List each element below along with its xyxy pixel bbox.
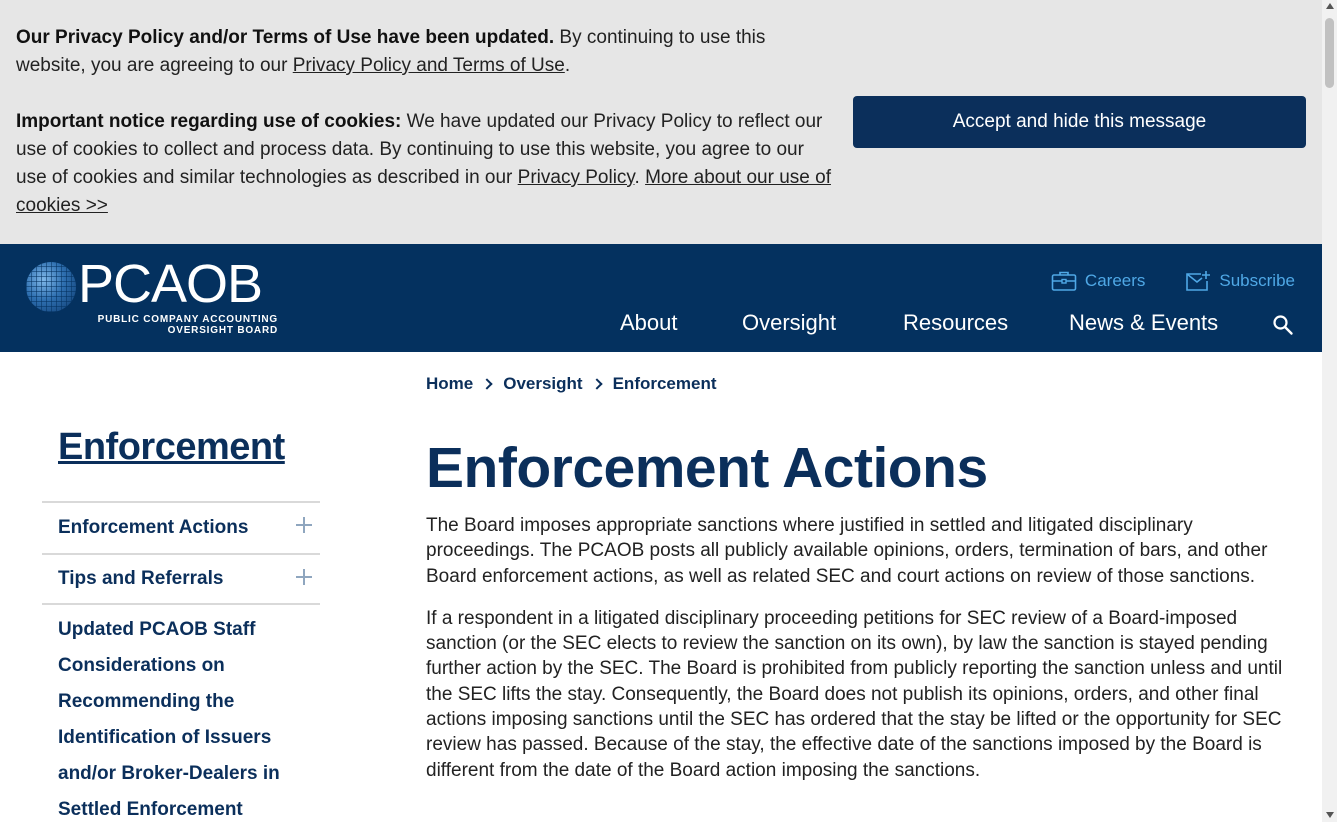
page-title: Enforcement Actions (426, 436, 988, 500)
careers-link[interactable]: Careers (1051, 270, 1145, 292)
sidebar-item-tips-referrals[interactable]: Tips and Referrals (42, 553, 320, 605)
mail-plus-icon (1186, 271, 1211, 291)
utility-links: Careers Subscribe (1051, 270, 1295, 292)
page-scrollbar[interactable] (1322, 0, 1337, 822)
breadcrumb-enforcement[interactable]: Enforcement (613, 374, 717, 394)
cookie-usage-notice: Important notice regarding use of cookie… (16, 108, 836, 220)
sidebar-item-label: Tips and Referrals (58, 568, 224, 589)
breadcrumb-home[interactable]: Home (426, 374, 473, 394)
nav-resources[interactable]: Resources (903, 310, 1008, 336)
privacy-update-heading: Our Privacy Policy and/or Terms of Use h… (16, 27, 555, 48)
sidebar-item-staff-considerations[interactable]: Updated PCAOB Staff Considerations on Re… (58, 612, 308, 822)
privacy-update-notice: Our Privacy Policy and/or Terms of Use h… (16, 24, 836, 80)
subscribe-label: Subscribe (1219, 271, 1295, 290)
sidebar-nav: Enforcement Actions Tips and Referrals (42, 501, 320, 605)
nav-news-events[interactable]: News & Events (1069, 310, 1218, 336)
cookie-banner: Our Privacy Policy and/or Terms of Use h… (0, 0, 1322, 244)
sidebar-item-enforcement-actions[interactable]: Enforcement Actions (42, 501, 320, 553)
subscribe-link[interactable]: Subscribe (1185, 270, 1295, 292)
main-nav: About Oversight Resources News & Events (0, 310, 1322, 340)
globe-icon (26, 262, 76, 312)
breadcrumb: Home Oversight Enforcement (426, 374, 717, 394)
cookie-notice-heading: Important notice regarding use of cookie… (16, 111, 402, 132)
plus-icon[interactable] (296, 569, 312, 585)
briefcase-icon (1051, 271, 1077, 291)
search-icon[interactable] (1272, 314, 1294, 336)
main-body: The Board imposes appropriate sanctions … (426, 513, 1286, 783)
privacy-update-end: . (564, 55, 571, 76)
nav-about[interactable]: About (620, 310, 678, 336)
privacy-terms-link[interactable]: Privacy Policy and Terms of Use (293, 55, 565, 76)
site-header: PCAOB PUBLIC COMPANY ACCOUNTING OVERSIGH… (0, 244, 1322, 352)
breadcrumb-oversight[interactable]: Oversight (503, 374, 582, 394)
stay-paragraph: If a respondent in a litigated disciplin… (426, 607, 1283, 781)
privacy-policy-link[interactable]: Privacy Policy (518, 167, 635, 188)
intro-paragraph: The Board imposes appropriate sanctions … (426, 515, 1268, 587)
sidebar-title[interactable]: Enforcement (58, 426, 285, 469)
nav-oversight[interactable]: Oversight (742, 310, 836, 336)
chevron-right-icon (481, 378, 493, 390)
cookie-notice-text: Our Privacy Policy and/or Terms of Use h… (16, 24, 836, 220)
scroll-up-arrow[interactable] (1326, 3, 1334, 9)
plus-icon[interactable] (296, 517, 312, 533)
sidebar-item-label: Enforcement Actions (58, 517, 249, 538)
logo-wordmark: PCAOB (78, 254, 263, 314)
careers-label: Careers (1084, 271, 1146, 290)
scroll-thumb[interactable] (1325, 18, 1334, 88)
cookie-notice-sep: . (634, 167, 646, 188)
accept-cookies-button[interactable]: Accept and hide this message (853, 96, 1306, 148)
chevron-right-icon (590, 378, 603, 390)
scroll-down-arrow[interactable] (1326, 812, 1334, 818)
